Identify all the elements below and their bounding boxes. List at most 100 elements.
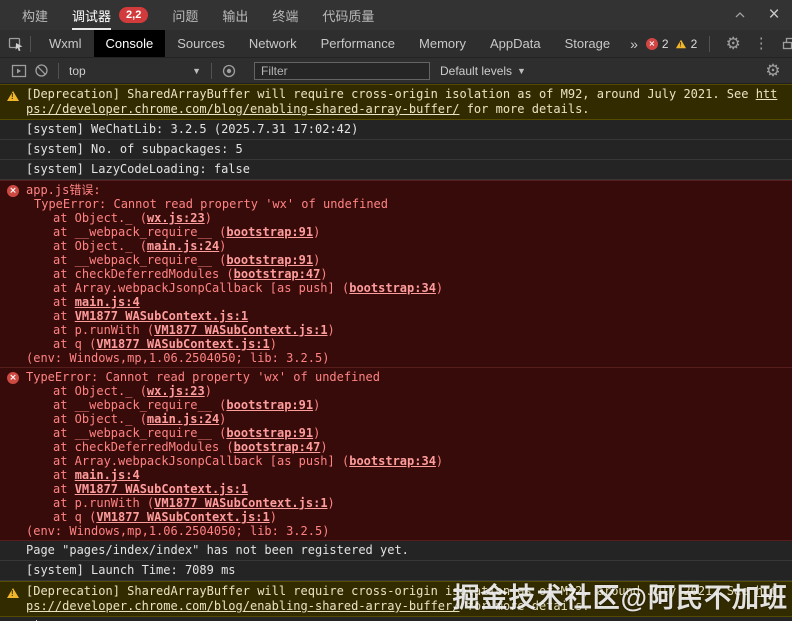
stack-text: ) — [313, 225, 320, 239]
window-tab-1[interactable]: 构建 — [22, 0, 48, 30]
window-tab-5[interactable]: 终端 — [272, 0, 298, 30]
stack-link[interactable]: main.js:4 — [75, 295, 140, 309]
error-icon: × — [7, 185, 19, 197]
stack-link[interactable]: wx.js:23 — [147, 211, 205, 225]
more-tabs-button[interactable]: » — [622, 36, 646, 52]
window-tab-label: 调试器 — [72, 0, 111, 30]
stack-link[interactable]: bootstrap:91 — [226, 398, 313, 412]
window-tab-6[interactable]: 代码质量 — [322, 0, 374, 30]
console-sidebar-toggle[interactable] — [8, 60, 30, 82]
warning-count[interactable]: 2 — [675, 37, 698, 51]
close-button[interactable]: × — [766, 7, 782, 23]
stack-link[interactable]: bootstrap:34 — [349, 281, 436, 295]
console-log-entry: [system] WeChatLib: 3.2.5 (2025.7.31 17:… — [0, 120, 792, 140]
stack-link[interactable]: VM1877 WASubContext.js:1 — [154, 323, 327, 337]
stack-link[interactable]: wx.js:23 — [147, 384, 205, 398]
log-message: TypeError: Cannot read property 'wx' of … — [26, 370, 784, 538]
log-levels-selector[interactable]: Default levels ▼ — [440, 64, 526, 78]
dock-side-button[interactable] — [778, 33, 792, 55]
stack-row: at main.js:4 — [26, 468, 784, 482]
kebab-menu-icon: ⋮ — [754, 36, 769, 51]
live-expression-button[interactable] — [218, 60, 240, 82]
stack-row: at Object._ (wx.js:23) — [26, 211, 784, 225]
log-message: [system] WeChatLib: 3.2.5 (2025.7.31 17:… — [26, 122, 784, 137]
stack-link[interactable]: main.js:24 — [147, 412, 219, 426]
console-filter-bar: top ▼ Default levels ▼ ⚙ — [0, 58, 792, 84]
stack-link[interactable]: bootstrap:47 — [234, 440, 321, 454]
log-message: app.js错误:TypeError: Cannot read property… — [26, 183, 784, 365]
stack-link[interactable]: bootstrap:91 — [226, 253, 313, 267]
stack-link[interactable]: main.js:4 — [75, 468, 140, 482]
devtools-toolbar: WxmlConsoleSourcesNetworkPerformanceMemo… — [0, 30, 792, 58]
tab-storage[interactable]: Storage — [553, 30, 623, 57]
stack-text: ) — [270, 337, 277, 351]
stack-link[interactable]: main.js:24 — [147, 239, 219, 253]
window-tab-bar: 构建调试器2,2 问题输出终端代码质量 — [22, 0, 374, 30]
clear-console-button[interactable] — [30, 60, 52, 82]
window-tab-3[interactable]: 问题 — [172, 0, 198, 30]
dock-icon — [782, 36, 792, 51]
inspect-icon — [8, 36, 24, 52]
stack-row: at __webpack_require__ (bootstrap:91) — [26, 426, 784, 440]
stack-link[interactable]: VM1877 WASubContext.js:1 — [75, 309, 248, 323]
console-error-entry: × app.js错误:TypeError: Cannot read propert… — [0, 180, 792, 368]
tab-appdata[interactable]: AppData — [478, 30, 553, 57]
settings-button[interactable]: ⚙ — [722, 33, 744, 55]
window-tab-label: 终端 — [272, 0, 298, 30]
stack-text: ) — [320, 267, 327, 281]
tab-console[interactable]: Console — [94, 30, 166, 57]
stack-link[interactable]: bootstrap:34 — [349, 454, 436, 468]
stack-text: at q ( — [53, 337, 96, 351]
filter-input[interactable] — [254, 62, 430, 80]
console-prompt[interactable] — [0, 617, 792, 621]
tab-memory[interactable]: Memory — [407, 30, 478, 57]
stack-text: at p.runWith ( — [53, 323, 154, 337]
stack-link[interactable]: bootstrap:91 — [226, 426, 313, 440]
stack-link[interactable]: VM1877 WASubContext.js:1 — [154, 496, 327, 510]
stack-text: ) — [320, 440, 327, 454]
stack-link[interactable]: VM1877 WASubContext.js:1 — [96, 337, 269, 351]
inspect-element-button[interactable] — [8, 33, 24, 55]
stack-text: at p.runWith ( — [53, 496, 154, 510]
window-tab-2[interactable]: 调试器2,2 — [72, 0, 148, 30]
tab-performance[interactable]: Performance — [309, 30, 407, 57]
stack-link[interactable]: bootstrap:47 — [234, 267, 321, 281]
log-message: [Deprecation] SharedArrayBuffer will req… — [26, 584, 784, 614]
stack-text: ) — [313, 398, 320, 412]
window-tab-label: 输出 — [222, 0, 248, 30]
log-text: [Deprecation] SharedArrayBuffer will req… — [26, 87, 756, 101]
console-settings-button[interactable]: ⚙ — [762, 60, 784, 82]
stack-text: ) — [219, 239, 226, 253]
stack-link[interactable]: VM1877 WASubContext.js:1 — [96, 510, 269, 524]
stack-text: TypeError: Cannot read property 'wx' of … — [26, 370, 380, 384]
stack-text: ) — [328, 323, 335, 337]
stack-link[interactable]: VM1877 WASubContext.js:1 — [75, 482, 248, 496]
window-tab-label: 构建 — [22, 0, 48, 30]
log-icon-cell — [0, 543, 26, 545]
gear-icon: ⚙ — [726, 35, 741, 52]
stack-row: at p.runWith (VM1877 WASubContext.js:1) — [26, 496, 784, 510]
collapse-panel-button[interactable] — [732, 7, 748, 23]
console-warning-entry: [Deprecation] SharedArrayBuffer will req… — [0, 581, 792, 617]
log-message: [Deprecation] SharedArrayBuffer will req… — [26, 87, 784, 117]
log-text: for more details. — [459, 599, 589, 613]
tab-sources[interactable]: Sources — [165, 30, 237, 57]
divider — [709, 36, 710, 52]
tab-wxml[interactable]: Wxml — [37, 30, 94, 57]
stack-row: at Object._ (main.js:24) — [26, 412, 784, 426]
javascript-context-selector[interactable]: top ▼ — [69, 64, 201, 78]
stack-text: at __webpack_require__ ( — [53, 253, 226, 267]
stack-link[interactable]: bootstrap:91 — [226, 225, 313, 239]
warning-icon — [7, 91, 19, 101]
stack-row: at checkDeferredModules (bootstrap:47) — [26, 267, 784, 281]
menu-button[interactable]: ⋮ — [750, 33, 772, 55]
stack-text: TypeError: Cannot read property 'wx' of … — [34, 197, 388, 211]
sidebar-icon — [11, 64, 27, 78]
log-message: [system] Launch Time: 7089 ms — [26, 563, 784, 578]
tab-network[interactable]: Network — [237, 30, 309, 57]
stack-row: at __webpack_require__ (bootstrap:91) — [26, 253, 784, 267]
gear-icon: ⚙ — [765, 62, 780, 79]
error-count[interactable]: × 2 — [646, 37, 669, 51]
window-tab-4[interactable]: 输出 — [222, 0, 248, 30]
stack-text: ) — [436, 281, 443, 295]
